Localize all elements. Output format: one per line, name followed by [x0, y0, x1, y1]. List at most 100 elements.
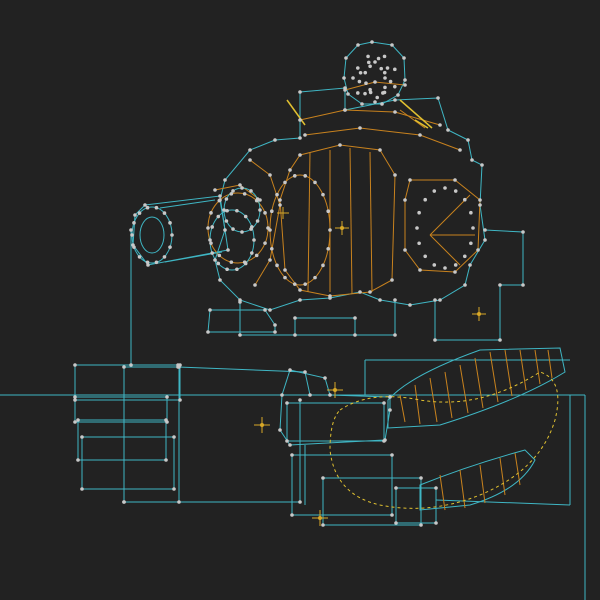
vertex-dot-icon[interactable] [432, 189, 437, 193]
vertex-dot-icon[interactable] [418, 133, 422, 137]
vertex-dot-icon[interactable] [240, 230, 244, 234]
vertex-dot-icon[interactable] [355, 91, 360, 95]
vertex-dot-icon[interactable] [471, 226, 475, 230]
vertex-dot-icon[interactable] [164, 418, 168, 422]
vertex-dot-icon[interactable] [321, 523, 325, 527]
vertex-dot-icon[interactable] [154, 260, 159, 265]
vertex-dot-icon[interactable] [308, 393, 312, 397]
vertex-dot-icon[interactable] [323, 376, 327, 380]
vertex-dot-icon[interactable] [321, 263, 325, 268]
vertex-dot-icon[interactable] [208, 308, 212, 312]
vertex-dot-icon[interactable] [466, 138, 470, 142]
vertex-dot-icon[interactable] [360, 102, 364, 106]
vertex-dot-icon[interactable] [382, 401, 386, 405]
vertex-dot-icon[interactable] [458, 148, 462, 152]
vertex-dot-icon[interactable] [382, 439, 386, 443]
vertex-dot-icon[interactable] [368, 90, 373, 95]
vertex-dot-icon[interactable] [313, 180, 317, 185]
vertex-dot-icon[interactable] [355, 66, 360, 70]
vertex-dot-icon[interactable] [210, 251, 214, 255]
vertex-dot-icon[interactable] [129, 363, 133, 367]
vertex-dot-icon[interactable] [321, 476, 325, 480]
vertex-dot-icon[interactable] [283, 275, 287, 280]
vertex-dot-icon[interactable] [283, 268, 287, 272]
vertex-dot-icon[interactable] [438, 298, 442, 302]
vertex-dot-icon[interactable] [453, 189, 458, 193]
vertex-dot-icon[interactable] [73, 363, 77, 367]
vertex-dot-icon[interactable] [226, 248, 230, 252]
vertex-dot-icon[interactable] [217, 253, 222, 258]
vertex-dot-icon[interactable] [373, 80, 377, 84]
vertex-dot-icon[interactable] [243, 214, 248, 219]
vertex-dot-icon[interactable] [132, 245, 136, 249]
vertex-dot-icon[interactable] [388, 408, 392, 412]
vertex-dot-icon[interactable] [278, 203, 282, 207]
vertex-dot-icon[interactable] [470, 158, 474, 162]
vertex-dot-icon[interactable] [270, 209, 274, 213]
vertex-dot-icon[interactable] [278, 198, 282, 202]
vertex-dot-icon[interactable] [338, 143, 342, 147]
vertex-dot-icon[interactable] [328, 294, 332, 298]
vertex-dot-icon[interactable] [462, 254, 467, 259]
vertex-dot-icon[interactable] [292, 282, 297, 286]
vertex-dot-icon[interactable] [218, 194, 222, 198]
vertex-dot-icon[interactable] [394, 521, 398, 525]
vertex-dot-icon[interactable] [298, 298, 302, 302]
vertex-dot-icon[interactable] [254, 198, 259, 203]
vertex-dot-icon[interactable] [217, 198, 222, 203]
vertex-dot-icon[interactable] [164, 458, 168, 462]
vertex-dot-icon[interactable] [250, 225, 254, 229]
vertex-dot-icon[interactable] [298, 500, 302, 504]
vertex-dot-icon[interactable] [433, 338, 437, 342]
vertex-dot-icon[interactable] [378, 298, 382, 302]
vertex-dot-icon[interactable] [162, 255, 167, 259]
vertex-dot-icon[interactable] [353, 333, 357, 337]
vertex-dot-icon[interactable] [432, 263, 437, 267]
vertex-dot-icon[interactable] [498, 283, 502, 287]
vertex-dot-icon[interactable] [434, 486, 438, 490]
vertex-dot-icon[interactable] [206, 330, 210, 334]
vertex-dot-icon[interactable] [463, 283, 467, 287]
vertex-dot-icon[interactable] [417, 210, 421, 215]
vertex-dot-icon[interactable] [249, 189, 253, 193]
vertex-dot-icon[interactable] [154, 205, 159, 210]
vertex-dot-icon[interactable] [298, 288, 302, 292]
vertex-dot-icon[interactable] [478, 198, 482, 202]
vertex-dot-icon[interactable] [290, 513, 294, 517]
vertex-dot-icon[interactable] [343, 88, 347, 92]
vertex-dot-icon[interactable] [213, 258, 217, 262]
vertex-dot-icon[interactable] [225, 267, 229, 272]
vertex-dot-icon[interactable] [165, 395, 169, 399]
vertex-dot-icon[interactable] [433, 298, 437, 302]
vertex-dot-icon[interactable] [462, 197, 467, 202]
vertex-dot-icon[interactable] [382, 90, 387, 95]
vertex-dot-icon[interactable] [393, 110, 397, 114]
vertex-dot-icon[interactable] [168, 221, 172, 225]
vertex-dot-icon[interactable] [344, 56, 348, 60]
vertex-dot-icon[interactable] [403, 248, 407, 252]
vertex-dot-icon[interactable] [263, 211, 267, 215]
vertex-dot-icon[interactable] [275, 263, 279, 268]
vertex-dot-icon[interactable] [225, 208, 229, 213]
vertex-dot-icon[interactable] [419, 476, 423, 480]
vertex-dot-icon[interactable] [390, 453, 394, 457]
vertex-dot-icon[interactable] [263, 308, 267, 312]
vertex-dot-icon[interactable] [177, 500, 181, 504]
vertex-dot-icon[interactable] [209, 211, 213, 215]
vertex-dot-icon[interactable] [443, 266, 447, 270]
vertex-dot-icon[interactable] [358, 126, 362, 130]
vertex-dot-icon[interactable] [303, 370, 307, 374]
vertex-dot-icon[interactable] [224, 197, 229, 201]
vertex-dot-icon[interactable] [266, 226, 270, 230]
vertex-dot-icon[interactable] [263, 241, 267, 245]
vertex-dot-icon[interactable] [288, 368, 292, 372]
vertex-dot-icon[interactable] [419, 523, 423, 527]
vertex-dot-icon[interactable] [364, 81, 368, 86]
vertex-dot-icon[interactable] [298, 153, 302, 157]
vertex-dot-icon[interactable] [240, 186, 244, 190]
vertex-dot-icon[interactable] [368, 290, 372, 294]
vertex-dot-icon[interactable] [468, 263, 472, 267]
vertex-dot-icon[interactable] [270, 247, 274, 251]
vertex-dot-icon[interactable] [408, 303, 412, 307]
vertex-dot-icon[interactable] [250, 251, 254, 255]
